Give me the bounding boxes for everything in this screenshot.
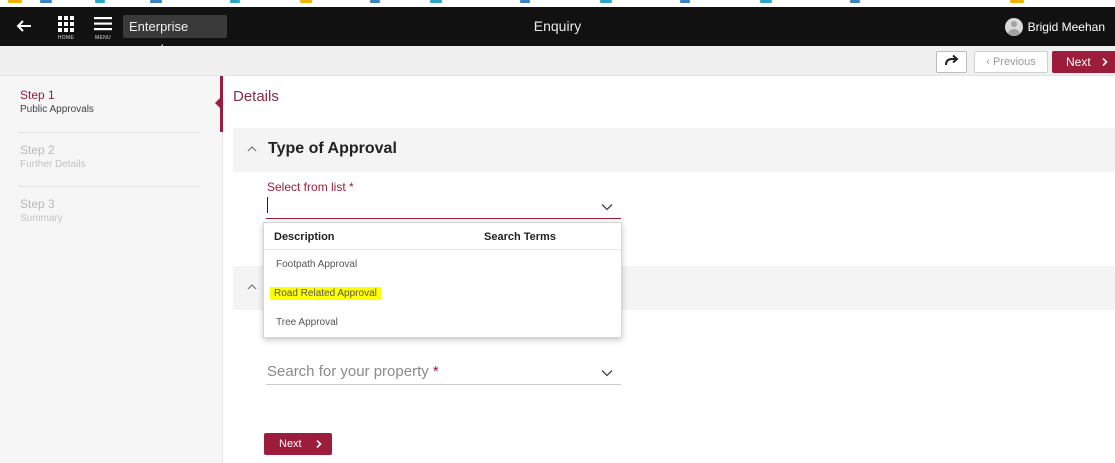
sidebar-divider xyxy=(222,132,223,463)
hamburger-menu-icon xyxy=(94,17,112,31)
enterprise-search-button[interactable]: Enterprise search xyxy=(123,15,227,57)
avatar xyxy=(1004,17,1023,36)
type-of-approval-section-header[interactable]: Type of Approval xyxy=(233,128,1115,172)
previous-label: Previous xyxy=(992,56,1036,68)
user-name: Brigid Meehan xyxy=(1027,19,1105,34)
home-grid-icon xyxy=(58,16,74,32)
toolbar-next-button[interactable]: Next xyxy=(1052,51,1115,73)
option-label: Footpath Approval xyxy=(276,259,358,270)
approval-type-dropdown: Description Search Terms Footpath Approv… xyxy=(263,222,622,338)
dropdown-option[interactable]: Road Related Approval xyxy=(264,279,621,307)
placeholder-text: Search for your property xyxy=(267,363,429,380)
step-name: Public Approvals xyxy=(20,104,94,115)
top-color-strip xyxy=(0,0,1115,7)
home-label: HOME xyxy=(57,35,75,41)
step-divider xyxy=(18,132,200,133)
next-button[interactable]: Next xyxy=(264,433,332,455)
property-search-placeholder: Search for your property * xyxy=(267,363,439,380)
chevron-left-icon: ‹ xyxy=(986,56,993,68)
chevron-down-icon[interactable] xyxy=(601,203,613,211)
dropdown-header: Description Search Terms xyxy=(264,223,621,250)
back-arrow-icon[interactable] xyxy=(14,16,34,36)
step-number: Step 2 xyxy=(20,143,55,157)
approval-type-select[interactable] xyxy=(266,197,621,219)
step-1-item[interactable]: Step 1 Public Approvals xyxy=(0,88,200,115)
step-name: Further Details xyxy=(20,159,86,170)
step-name: Summary xyxy=(20,213,63,224)
details-heading: Details xyxy=(233,88,279,105)
chevron-right-icon xyxy=(316,440,322,448)
step-sidebar: Step 1 Public Approvals Step 2 Further D… xyxy=(0,76,222,463)
active-step-notch xyxy=(215,97,221,109)
search-terms-column-header: Search Terms xyxy=(484,231,556,243)
required-mark: * xyxy=(432,363,439,380)
option-label: Tree Approval xyxy=(276,317,338,328)
previous-button[interactable]: ‹ Previous xyxy=(974,51,1048,73)
option-label-highlighted: Road Related Approval xyxy=(270,287,381,300)
step-number: Step 1 xyxy=(20,88,55,102)
chevron-up-icon xyxy=(247,284,257,290)
toolbar-next-label: Next xyxy=(1066,55,1091,69)
step-2-item[interactable]: Step 2 Further Details xyxy=(0,143,200,170)
dropdown-option[interactable]: Tree Approval xyxy=(264,308,621,336)
chevron-down-icon[interactable] xyxy=(601,369,613,377)
next-label: Next xyxy=(279,438,302,450)
top-header-bar: HOME MENU Enterprise search Enquiry Brig… xyxy=(0,7,1115,57)
description-column-header: Description xyxy=(274,231,335,243)
form-toolbar: ‹ Previous Next xyxy=(0,46,1115,76)
menu-button[interactable]: MENU xyxy=(88,13,118,41)
user-menu[interactable]: Brigid Meehan xyxy=(1004,15,1105,38)
step-3-item[interactable]: Step 3 Summary xyxy=(0,197,200,224)
step-divider xyxy=(18,186,200,187)
dropdown-option[interactable]: Footpath Approval xyxy=(264,250,621,278)
section-title: Type of Approval xyxy=(268,140,397,157)
property-search-input[interactable]: Search for your property * xyxy=(266,361,621,385)
step-number: Step 3 xyxy=(20,197,55,211)
text-caret xyxy=(267,197,268,213)
chevron-up-icon xyxy=(247,146,257,152)
exit-form-button[interactable] xyxy=(936,51,967,73)
chevron-right-icon xyxy=(1102,58,1108,66)
home-button[interactable]: HOME xyxy=(51,13,81,41)
exit-arrow-icon xyxy=(945,54,959,66)
menu-label: MENU xyxy=(95,35,111,41)
select-from-list-label: Select from list * xyxy=(267,180,354,194)
